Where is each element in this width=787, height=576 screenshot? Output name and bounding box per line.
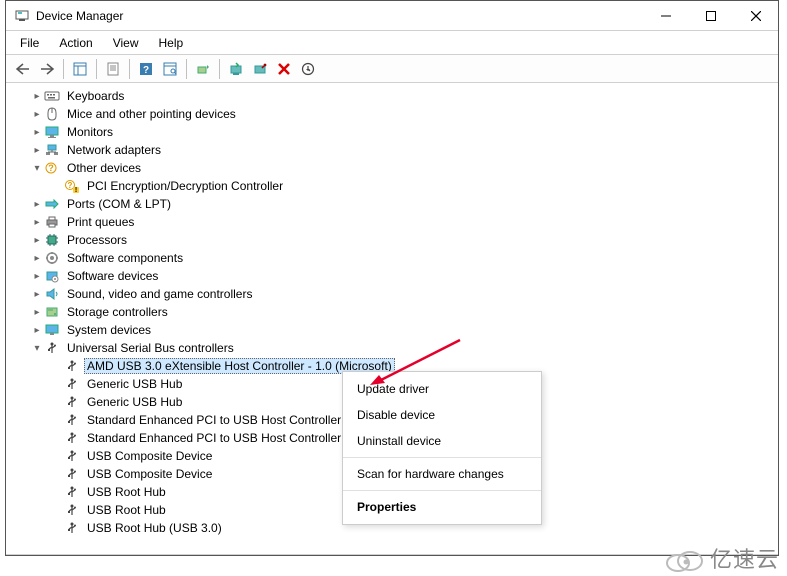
tree-node-keyboards[interactable]: ▸Keyboards bbox=[26, 87, 778, 105]
other-devices-icon: ? bbox=[44, 160, 60, 176]
usb-icon bbox=[64, 466, 80, 482]
tree-node-monitors[interactable]: ▸Monitors bbox=[26, 123, 778, 141]
maximize-button[interactable] bbox=[688, 1, 733, 30]
tree-node-other-devices[interactable]: ▾?Other devices bbox=[26, 159, 778, 177]
usb-icon bbox=[64, 430, 80, 446]
sound-icon bbox=[44, 286, 60, 302]
context-menu: Update driver Disable device Uninstall d… bbox=[342, 371, 542, 525]
ctx-scan-changes[interactable]: Scan for hardware changes bbox=[343, 461, 541, 487]
usb-icon bbox=[64, 484, 80, 500]
storage-icon bbox=[44, 304, 60, 320]
separator bbox=[186, 59, 187, 79]
cpu-icon bbox=[44, 232, 60, 248]
tree-node-sound[interactable]: ▸Sound, video and game controllers bbox=[26, 285, 778, 303]
app-icon bbox=[14, 8, 30, 24]
minimize-button[interactable] bbox=[643, 1, 688, 30]
scan-button[interactable] bbox=[159, 58, 181, 80]
separator bbox=[343, 457, 541, 458]
ctx-properties[interactable]: Properties bbox=[343, 494, 541, 520]
tree-node-network[interactable]: ▸Network adapters bbox=[26, 141, 778, 159]
system-device-icon bbox=[44, 322, 60, 338]
toolbar: ? bbox=[6, 55, 778, 83]
properties-button[interactable] bbox=[102, 58, 124, 80]
svg-text:?: ? bbox=[48, 163, 54, 173]
svg-text:?: ? bbox=[68, 181, 73, 190]
svg-text:?: ? bbox=[143, 65, 149, 76]
ctx-update-driver[interactable]: Update driver bbox=[343, 376, 541, 402]
tree-node-pci-encryption[interactable]: ▸?!PCI Encryption/Decryption Controller bbox=[26, 177, 778, 195]
window-controls bbox=[643, 1, 778, 30]
scan-changes-button[interactable] bbox=[297, 58, 319, 80]
tree-node-software-components[interactable]: ▸Software components bbox=[26, 249, 778, 267]
show-hide-button[interactable] bbox=[69, 58, 91, 80]
usb-icon bbox=[64, 448, 80, 464]
network-icon bbox=[44, 142, 60, 158]
usb-icon bbox=[64, 394, 80, 410]
tree-node-mice[interactable]: ▸Mice and other pointing devices bbox=[26, 105, 778, 123]
help-button[interactable]: ? bbox=[135, 58, 157, 80]
uninstall-button[interactable] bbox=[273, 58, 295, 80]
statusbar bbox=[6, 554, 778, 555]
software-device-icon bbox=[44, 268, 60, 284]
usb-icon bbox=[64, 376, 80, 392]
tree-node-usb-controllers[interactable]: ▾Universal Serial Bus controllers bbox=[26, 339, 778, 357]
back-button[interactable] bbox=[12, 58, 34, 80]
ctx-disable-device[interactable]: Disable device bbox=[343, 402, 541, 428]
tree-node-print-queues[interactable]: ▸Print queues bbox=[26, 213, 778, 231]
usb-icon bbox=[64, 412, 80, 428]
separator bbox=[129, 59, 130, 79]
window-title: Device Manager bbox=[36, 9, 643, 23]
usb-icon bbox=[64, 358, 80, 374]
add-legacy-button[interactable] bbox=[192, 58, 214, 80]
tree-node-ports[interactable]: ▸Ports (COM & LPT) bbox=[26, 195, 778, 213]
port-icon bbox=[44, 196, 60, 212]
menu-help[interactable]: Help bbox=[151, 33, 192, 53]
menubar: File Action View Help bbox=[6, 31, 778, 55]
usb-icon bbox=[64, 502, 80, 518]
menu-action[interactable]: Action bbox=[51, 33, 100, 53]
mouse-icon bbox=[44, 106, 60, 122]
unknown-device-icon: ?! bbox=[64, 178, 80, 194]
tree-node-processors[interactable]: ▸Processors bbox=[26, 231, 778, 249]
usb-icon bbox=[44, 340, 60, 356]
separator bbox=[63, 59, 64, 79]
component-icon bbox=[44, 250, 60, 266]
ctx-uninstall-device[interactable]: Uninstall device bbox=[343, 428, 541, 454]
separator bbox=[343, 490, 541, 491]
keyboard-icon bbox=[44, 88, 60, 104]
tree-node-software-devices[interactable]: ▸Software devices bbox=[26, 267, 778, 285]
menu-view[interactable]: View bbox=[105, 33, 147, 53]
usb-icon bbox=[64, 520, 80, 536]
titlebar: Device Manager bbox=[6, 1, 778, 31]
forward-button[interactable] bbox=[36, 58, 58, 80]
disable-button[interactable] bbox=[249, 58, 271, 80]
svg-text:!: ! bbox=[75, 187, 77, 193]
printer-icon bbox=[44, 214, 60, 230]
tree-node-storage[interactable]: ▸Storage controllers bbox=[26, 303, 778, 321]
close-button[interactable] bbox=[733, 1, 778, 30]
monitor-icon bbox=[44, 124, 60, 140]
menu-file[interactable]: File bbox=[12, 33, 47, 53]
tree-node-system-devices[interactable]: ▸System devices bbox=[26, 321, 778, 339]
separator bbox=[96, 59, 97, 79]
separator bbox=[219, 59, 220, 79]
update-driver-button[interactable] bbox=[225, 58, 247, 80]
